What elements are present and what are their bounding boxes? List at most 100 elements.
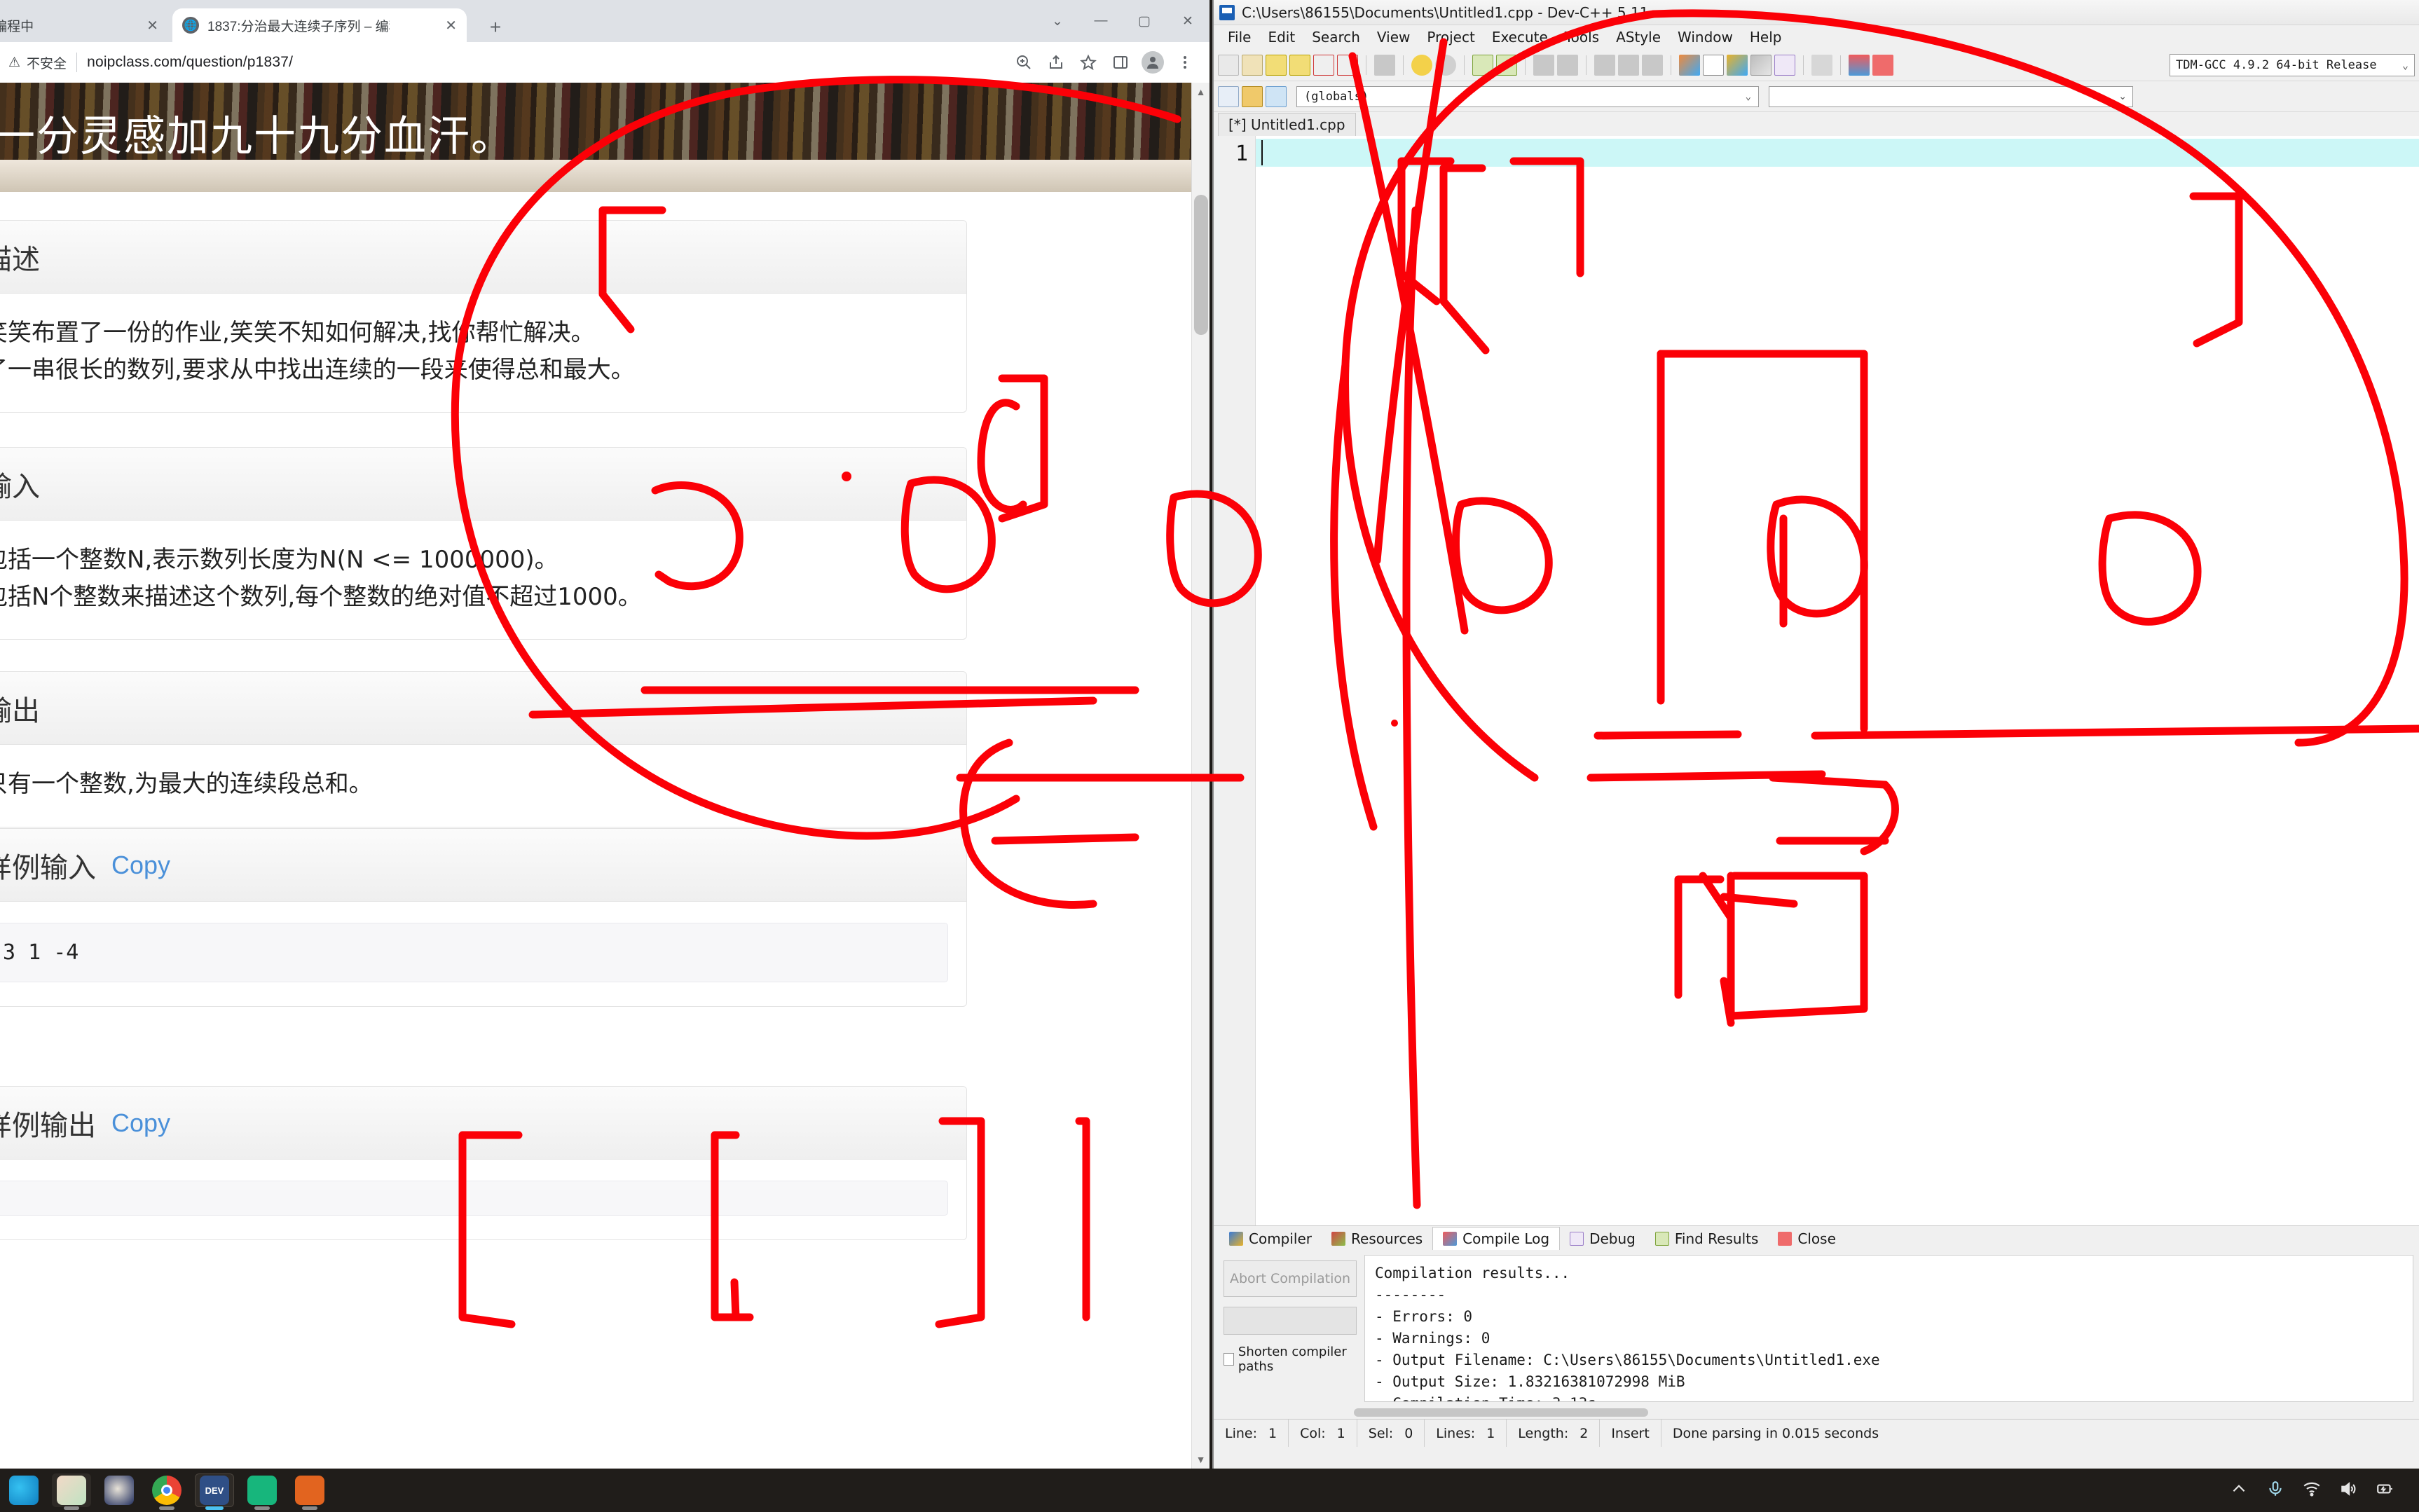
log-line: - Errors: 0 xyxy=(1375,1308,1473,1326)
scrollbar-thumb[interactable] xyxy=(1354,1408,1648,1417)
taskbar-item-edge[interactable] xyxy=(4,1473,43,1507)
compile-log-pane: Abort Compilation Shorten compiler paths… xyxy=(1214,1251,2419,1406)
panel-tab-debug[interactable]: Debug xyxy=(1560,1228,1645,1250)
new-tab-button[interactable]: + xyxy=(484,15,507,39)
chevron-up-icon[interactable] xyxy=(2230,1480,2248,1501)
volume-icon[interactable] xyxy=(2339,1480,2357,1501)
close-all-icon[interactable] xyxy=(1337,54,1358,76)
browser-tab-inactive[interactable]: 分治算法 – 编程中 ✕ xyxy=(0,8,168,42)
status-insert-mode: Insert xyxy=(1600,1420,1661,1447)
minimize-button[interactable]: — xyxy=(1079,0,1123,42)
delete-profile-icon[interactable] xyxy=(1872,54,1893,76)
save-icon[interactable] xyxy=(1266,54,1287,76)
code-editor[interactable]: 1 xyxy=(1214,136,2419,1225)
menu-astyle[interactable]: AStyle xyxy=(1608,26,1669,48)
menu-edit[interactable]: Edit xyxy=(1259,26,1303,48)
open-file-icon[interactable] xyxy=(1242,54,1263,76)
goto-next-icon[interactable] xyxy=(1618,54,1639,76)
taskbar-item-devcpp[interactable]: DEV xyxy=(195,1473,234,1510)
compiler-select[interactable]: TDM-GCC 4.9.2 64-bit Release ⌄ xyxy=(2170,53,2415,76)
chrome-menu-icon[interactable] xyxy=(1169,46,1201,78)
menu-help[interactable]: Help xyxy=(1741,26,1790,48)
taskbar-item-notes[interactable] xyxy=(242,1473,282,1510)
problem-section-sample-input: 样例输入 Copy 3 1 -4 xyxy=(0,828,967,1007)
redo-icon[interactable] xyxy=(1435,54,1456,76)
find-icon[interactable] xyxy=(1472,54,1493,76)
panel-tab-find-results[interactable]: Find Results xyxy=(1645,1228,1769,1250)
copy-link[interactable]: Copy xyxy=(111,1108,170,1138)
shorten-paths-checkbox[interactable]: Shorten compiler paths xyxy=(1224,1345,1357,1374)
menu-file[interactable]: File xyxy=(1219,26,1259,48)
panel-tab-close[interactable]: Close xyxy=(1768,1228,1845,1250)
copy-link[interactable]: Copy xyxy=(111,851,170,880)
bookmark-star-icon[interactable] xyxy=(1072,46,1104,78)
add-resource-icon[interactable] xyxy=(1242,85,1263,107)
profile-analysis-icon[interactable] xyxy=(1849,54,1870,76)
chevron-down-icon[interactable]: ⌄ xyxy=(1036,0,1079,42)
maximize-button[interactable]: ▢ xyxy=(1123,0,1166,42)
devcpp-menu-bar: File Edit Search View Project Execute To… xyxy=(1214,25,2419,49)
panel-tab-compiler[interactable]: Compiler xyxy=(1219,1228,1322,1250)
sample-output-block xyxy=(0,1181,948,1216)
sidepanel-icon[interactable] xyxy=(1104,46,1137,78)
syntax-check-icon[interactable] xyxy=(1774,54,1795,76)
scroll-up-icon[interactable]: ▲ xyxy=(1192,83,1210,101)
indent-icon[interactable] xyxy=(1533,54,1554,76)
stop-execution-icon[interactable] xyxy=(1811,54,1832,76)
run-icon[interactable] xyxy=(1703,54,1724,76)
goto-prev-icon[interactable] xyxy=(1594,54,1615,76)
code-area[interactable] xyxy=(1256,136,2419,1225)
project-browser-icon[interactable] xyxy=(1218,85,1239,107)
divider xyxy=(76,53,78,72)
menu-view[interactable]: View xyxy=(1369,26,1418,48)
wifi-icon[interactable] xyxy=(2303,1480,2321,1501)
rebuild-all-icon[interactable] xyxy=(1750,54,1772,76)
print-icon[interactable] xyxy=(1374,54,1395,76)
insert-snippet-icon[interactable] xyxy=(1266,85,1287,107)
unindent-icon[interactable] xyxy=(1557,54,1578,76)
zoom-icon[interactable] xyxy=(1008,46,1040,78)
compile-icon[interactable] xyxy=(1679,54,1700,76)
menu-project[interactable]: Project xyxy=(1418,26,1483,48)
save-all-icon[interactable] xyxy=(1289,54,1310,76)
secondary-select[interactable]: ⌄ xyxy=(1769,85,2133,107)
taskbar-item-chrome[interactable] xyxy=(147,1473,186,1510)
panel-tab-resources[interactable]: Resources xyxy=(1322,1228,1432,1250)
section-header: 样例输入 Copy xyxy=(0,829,966,902)
panel-tab-compile-log[interactable]: Compile Log xyxy=(1432,1227,1561,1250)
log-line: - Warnings: 0 xyxy=(1375,1330,1491,1347)
log-horizontal-scrollbar[interactable] xyxy=(1214,1406,2419,1419)
menu-tools[interactable]: Tools xyxy=(1556,26,1608,48)
menu-execute[interactable]: Execute xyxy=(1483,26,1556,48)
close-icon[interactable]: ✕ xyxy=(445,17,457,34)
new-file-icon[interactable] xyxy=(1218,54,1239,76)
close-icon[interactable]: ✕ xyxy=(146,17,158,34)
battery-icon[interactable] xyxy=(2376,1480,2394,1501)
microphone-icon[interactable] xyxy=(2266,1480,2284,1501)
menu-window[interactable]: Window xyxy=(1669,26,1741,48)
taskbar-item-photos[interactable] xyxy=(52,1473,91,1510)
taskbar-item-snip[interactable] xyxy=(290,1473,329,1510)
file-tab-untitled1[interactable]: [*] Untitled1.cpp xyxy=(1218,113,1356,136)
bottom-panel-tabs: Compiler Resources Compile Log Debug Fin… xyxy=(1214,1225,2419,1251)
menu-search[interactable]: Search xyxy=(1303,26,1369,48)
close-button[interactable]: ✕ xyxy=(1166,0,1210,42)
compile-run-icon[interactable] xyxy=(1727,54,1748,76)
scroll-down-icon[interactable]: ▼ xyxy=(1192,1450,1210,1469)
undo-icon[interactable] xyxy=(1411,54,1432,76)
scrollbar-thumb[interactable] xyxy=(1194,195,1208,335)
scope-select[interactable]: (globals) ⌄ xyxy=(1296,85,1759,107)
browser-tab-active[interactable]: 🌐 1837:分治最大连续子序列 – 编程 ✕ xyxy=(172,8,467,42)
page-scrollbar[interactable]: ▲ ▼ xyxy=(1191,83,1210,1469)
security-indicator[interactable]: ⚠ 不安全 xyxy=(8,53,67,72)
checkbox-box[interactable] xyxy=(1224,1353,1234,1366)
bookmark-icon[interactable] xyxy=(1642,54,1663,76)
profile-avatar-icon[interactable] xyxy=(1137,46,1169,78)
share-icon[interactable] xyxy=(1040,46,1072,78)
abort-compilation-button[interactable]: Abort Compilation xyxy=(1224,1260,1357,1297)
status-label: Sel: xyxy=(1368,1425,1394,1441)
taskbar-item-media-player[interactable] xyxy=(100,1473,139,1507)
url-text[interactable]: noipclass.com/question/p1837/ xyxy=(87,54,293,71)
close-file-icon[interactable] xyxy=(1313,54,1334,76)
replace-icon[interactable] xyxy=(1496,54,1517,76)
